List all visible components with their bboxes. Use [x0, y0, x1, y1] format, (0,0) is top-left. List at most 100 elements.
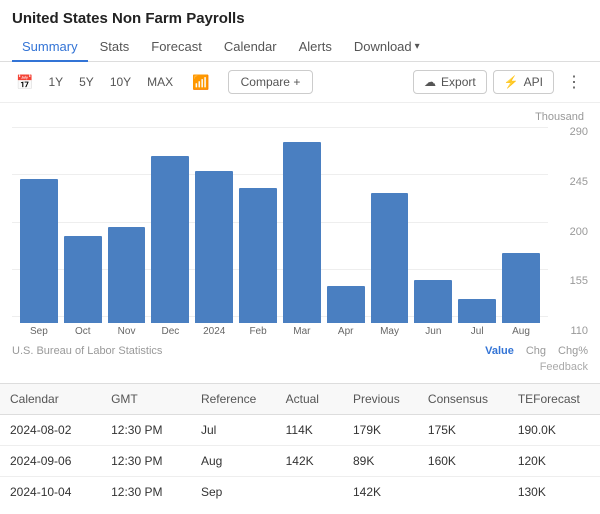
bar-group: Oct	[64, 236, 102, 337]
y-axis-unit-label: Thousand	[535, 111, 584, 123]
cell-calendar: 2024-10-04	[0, 477, 101, 508]
bar-group: Jul	[458, 299, 496, 337]
cell-teforecast: 190.0K	[508, 415, 600, 446]
bar[interactable]	[151, 156, 189, 323]
cell-gmt: 12:30 PM	[101, 477, 191, 508]
table-row: 2024-08-0212:30 PMJul114K179K175K190.0K	[0, 415, 600, 446]
bar-label: Jul	[471, 326, 484, 337]
bar[interactable]	[64, 236, 102, 323]
tab-stats[interactable]: Stats	[90, 33, 140, 62]
bar[interactable]	[502, 253, 540, 323]
cell-gmt: 12:30 PM	[101, 446, 191, 477]
feedback-label: Feedback	[0, 361, 600, 379]
value-tab-value[interactable]: Value	[485, 345, 514, 357]
chart-footer: U.S. Bureau of Labor Statistics Value Ch…	[0, 343, 600, 361]
cell-consensus	[418, 477, 508, 508]
cell-reference: Sep	[191, 477, 276, 508]
bar-group: Mar	[283, 142, 321, 337]
bar-group: Feb	[239, 188, 277, 337]
bar-group: Apr	[327, 286, 365, 337]
export-button[interactable]: ☁ Export	[413, 70, 487, 94]
y-label-1: 110	[552, 326, 588, 337]
cell-consensus: 160K	[418, 446, 508, 477]
cell-teforecast: 130K	[508, 477, 600, 508]
toolbar: 📅 1Y 5Y 10Y MAX 📶 Compare + ☁ Export ⚡ A…	[0, 62, 600, 103]
bar-group: Dec	[151, 156, 189, 337]
period-max[interactable]: MAX	[142, 73, 178, 91]
cell-reference: Aug	[191, 446, 276, 477]
period-10y[interactable]: 10Y	[105, 73, 136, 91]
period-1y[interactable]: 1Y	[43, 73, 68, 91]
chart-type-icon[interactable]: 📶	[188, 72, 213, 93]
tab-download[interactable]: Download ▾	[344, 33, 430, 62]
cell-actual: 142K	[276, 446, 343, 477]
th-reference: Reference	[191, 384, 276, 415]
bar-group: Aug	[502, 253, 540, 337]
compare-button[interactable]: Compare +	[228, 70, 314, 94]
bar[interactable]	[414, 280, 452, 323]
bar-label: 2024	[203, 326, 225, 337]
table-row: 2024-09-0612:30 PMAug142K89K160K120K	[0, 446, 600, 477]
bar[interactable]	[327, 286, 365, 323]
value-tab-chg[interactable]: Chg	[526, 345, 546, 357]
y-axis: 110 155 200 245 290	[552, 127, 588, 337]
cell-actual	[276, 477, 343, 508]
api-icon: ⚡	[504, 75, 519, 89]
tab-forecast[interactable]: Forecast	[141, 33, 212, 62]
calendar-icon[interactable]: 📅	[12, 72, 37, 93]
cell-consensus: 175K	[418, 415, 508, 446]
cell-reference: Jul	[191, 415, 276, 446]
bar[interactable]	[283, 142, 321, 323]
th-previous: Previous	[343, 384, 418, 415]
y-label-3: 200	[552, 227, 588, 238]
table-row: 2024-10-0412:30 PMSep 142K 130K	[0, 477, 600, 508]
tab-alerts[interactable]: Alerts	[289, 33, 342, 62]
chevron-down-icon: ▾	[415, 41, 420, 52]
bar[interactable]	[20, 179, 58, 323]
bar[interactable]	[371, 193, 409, 323]
bar-label: Apr	[338, 326, 354, 337]
bar[interactable]	[195, 171, 233, 323]
bar-label: Dec	[162, 326, 180, 337]
bar[interactable]	[239, 188, 277, 323]
bars-area: Sep Oct Nov Dec 2024 Feb Mar Apr May Jun Jul Aug	[12, 127, 548, 337]
api-button[interactable]: ⚡ API	[493, 70, 554, 94]
bar-label: Aug	[512, 326, 530, 337]
bar[interactable]	[108, 227, 146, 323]
y-label-4: 245	[552, 177, 588, 188]
chart-container: 110 155 200 245 290 Sep Oct Nov Dec 2024 Feb M…	[12, 127, 588, 337]
bar-label: Nov	[118, 326, 136, 337]
nav-tabs: Summary Stats Forecast Calendar Alerts D…	[0, 33, 600, 62]
cell-teforecast: 120K	[508, 446, 600, 477]
bar-label: Sep	[30, 326, 48, 337]
table-header-row: Calendar GMT Reference Actual Previous C…	[0, 384, 600, 415]
bar-group: Jun	[414, 280, 452, 337]
th-teforecast: TEForecast	[508, 384, 600, 415]
more-icon[interactable]: ⋮	[560, 70, 588, 94]
cell-calendar: 2024-09-06	[0, 446, 101, 477]
tab-calendar[interactable]: Calendar	[214, 33, 287, 62]
bar-label: Jun	[425, 326, 441, 337]
bar-label: Feb	[249, 326, 266, 337]
cell-actual: 114K	[276, 415, 343, 446]
tab-summary[interactable]: Summary	[12, 33, 88, 62]
value-tabs: Value Chg Chg%	[485, 345, 588, 357]
cell-previous: 142K	[343, 477, 418, 508]
table-body: 2024-08-0212:30 PMJul114K179K175K190.0K2…	[0, 415, 600, 508]
period-5y[interactable]: 5Y	[74, 73, 99, 91]
cell-previous: 89K	[343, 446, 418, 477]
chart-area: Thousand 110 155 200 245 290 Sep Oct Nov De…	[0, 103, 600, 343]
bar[interactable]	[458, 299, 496, 323]
bar-label: May	[380, 326, 399, 337]
bar-label: Mar	[293, 326, 310, 337]
bar-group: Sep	[20, 179, 58, 337]
source-label: U.S. Bureau of Labor Statistics	[12, 345, 162, 357]
bar-label: Oct	[75, 326, 91, 337]
page-title: United States Non Farm Payrolls	[0, 0, 600, 33]
th-actual: Actual	[276, 384, 343, 415]
bar-group: 2024	[195, 171, 233, 337]
data-table-wrapper: Calendar GMT Reference Actual Previous C…	[0, 383, 600, 507]
value-tab-chgpct[interactable]: Chg%	[558, 345, 588, 357]
page-wrapper: United States Non Farm Payrolls Summary …	[0, 0, 600, 507]
bar-group: Nov	[108, 227, 146, 337]
